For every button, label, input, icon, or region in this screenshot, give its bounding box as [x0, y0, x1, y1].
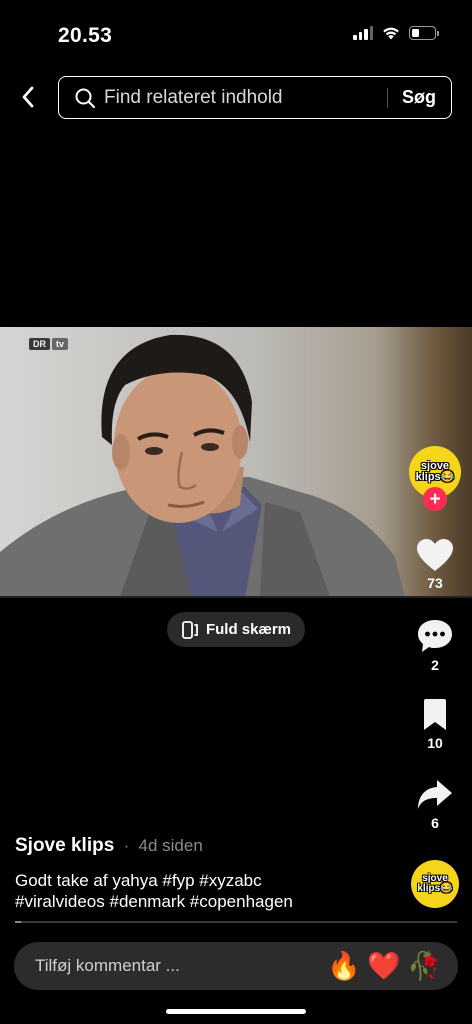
- share-button[interactable]: 6: [410, 778, 460, 831]
- like-button[interactable]: 73: [410, 538, 460, 591]
- post-age: 4d siden: [138, 836, 203, 855]
- broadcaster-logo-tv: tv: [52, 338, 69, 350]
- fire-emoji-button[interactable]: 🔥: [324, 952, 364, 980]
- back-button[interactable]: [14, 82, 42, 112]
- video-player[interactable]: DR tv: [0, 327, 472, 597]
- heart-icon: [417, 539, 453, 571]
- home-indicator[interactable]: [166, 1009, 306, 1014]
- post-caption: Godt take af yahya #fyp #xyzabc #viralvi…: [15, 870, 395, 912]
- broadcaster-logo-dr: DR: [29, 338, 50, 350]
- comment-button[interactable]: 2: [410, 618, 460, 673]
- fullscreen-button[interactable]: Fuld skærm: [167, 612, 305, 647]
- status-time: 20.53: [58, 24, 113, 47]
- music-disc[interactable]: sjove klips😂: [411, 860, 459, 908]
- rotate-fullscreen-icon: [182, 620, 198, 639]
- like-count: 73: [427, 575, 443, 591]
- author-line: Sjove klips · 4d siden: [15, 835, 203, 857]
- seek-bar[interactable]: [15, 921, 457, 923]
- caption-line-2: #viralvideos #denmark #copenhagen: [15, 892, 293, 911]
- comment-input[interactable]: Tilføj kommentar ... 🔥 ❤️ 🥀: [14, 942, 458, 990]
- search-icon: [75, 88, 96, 108]
- post-separator: ·: [123, 836, 130, 855]
- seek-fill: [15, 921, 21, 923]
- avatar-text-line2: klips😂: [415, 471, 455, 483]
- fullscreen-label: Fuld skærm: [205, 621, 292, 638]
- bookmark-count: 10: [427, 735, 443, 751]
- search-button[interactable]: Søg: [388, 87, 451, 108]
- bookmark-button[interactable]: 10: [410, 698, 460, 751]
- battery-icon: [409, 26, 439, 40]
- broadcaster-logo: DR tv: [29, 338, 69, 350]
- search-input[interactable]: Find relateret indhold Søg: [58, 76, 452, 119]
- search-placeholder: Find relateret indhold: [104, 86, 283, 108]
- comment-count: 2: [431, 657, 439, 673]
- comment-icon: [418, 620, 452, 652]
- video-progress-bar[interactable]: [0, 596, 472, 598]
- share-count: 6: [431, 815, 439, 831]
- plus-icon: +: [429, 488, 441, 510]
- disc-text-line2: klips😂: [417, 883, 453, 894]
- heart-emoji-button[interactable]: ❤️: [364, 952, 404, 980]
- video-frame: [0, 334, 405, 597]
- comment-placeholder: Tilføj kommentar ...: [35, 956, 180, 975]
- wifi-icon: [383, 27, 399, 40]
- share-arrow-icon: [418, 780, 452, 809]
- status-icons: [353, 26, 439, 40]
- follow-button[interactable]: +: [423, 487, 447, 511]
- caption-line-1: Godt take af yahya #fyp #xyzabc: [15, 871, 262, 890]
- cellular-signal-icon: [353, 26, 373, 40]
- author-name[interactable]: Sjove klips: [15, 835, 114, 856]
- bookmark-icon: [424, 699, 446, 730]
- chevron-left-icon: [22, 86, 34, 108]
- wilted-flower-emoji-button[interactable]: 🥀: [404, 952, 444, 980]
